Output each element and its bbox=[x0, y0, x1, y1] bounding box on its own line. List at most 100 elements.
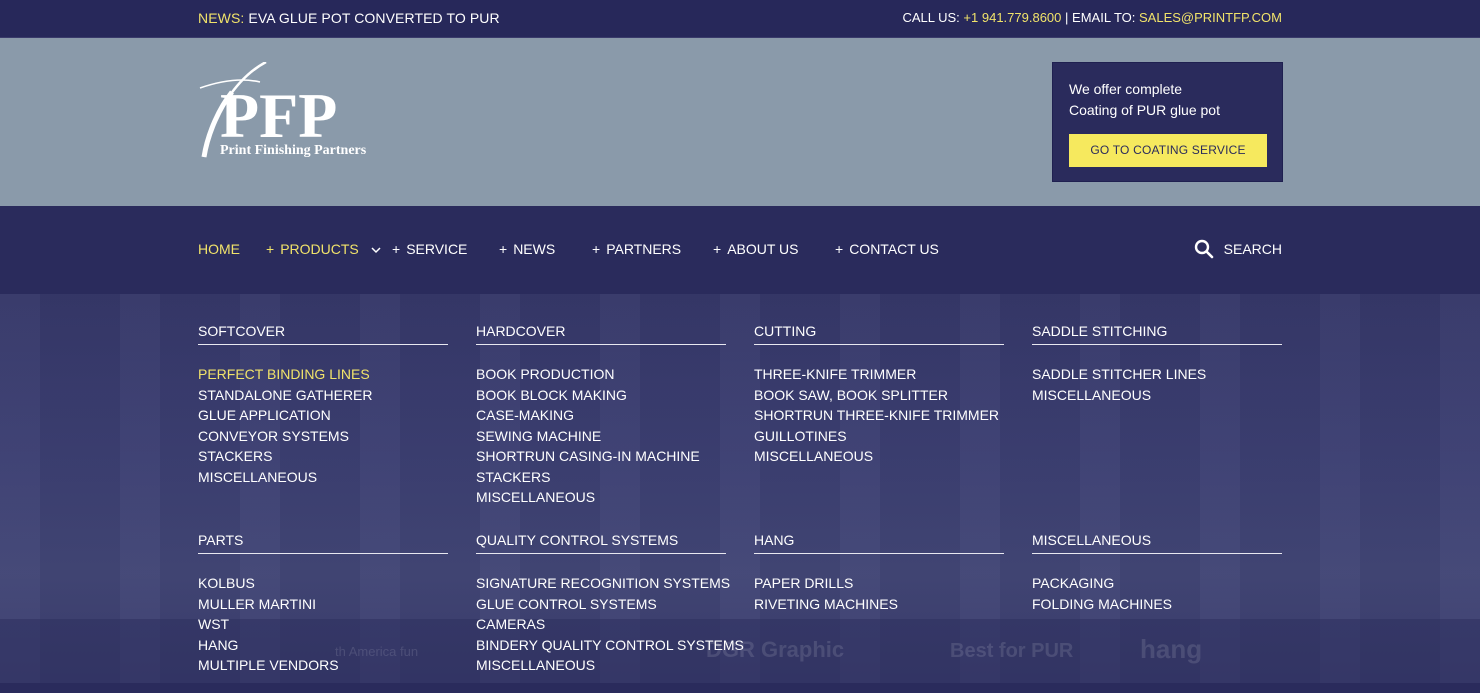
nav-news[interactable]: + NEWS bbox=[499, 241, 555, 257]
menu-link[interactable]: SADDLE STITCHER LINES bbox=[1032, 364, 1282, 385]
menu-link[interactable]: MISCELLANEOUS bbox=[198, 467, 448, 488]
nav-contact[interactable]: + CONTACT US bbox=[835, 241, 939, 257]
email-label: EMAIL TO: bbox=[1072, 10, 1136, 25]
search-label: SEARCH bbox=[1223, 241, 1282, 257]
menu-link[interactable]: MISCELLANEOUS bbox=[1032, 385, 1282, 406]
site-header: PFP Print Finishing Partners We offer co… bbox=[0, 38, 1480, 206]
menu-link[interactable]: STACKERS bbox=[476, 467, 726, 488]
column-heading[interactable]: MISCELLANEOUS bbox=[1032, 533, 1282, 554]
menu-link[interactable]: WST bbox=[198, 614, 448, 635]
phone-link[interactable]: +1 941.779.8600 bbox=[963, 10, 1061, 25]
menu-link[interactable]: SEWING MACHINE bbox=[476, 426, 726, 447]
menu-link[interactable]: SHORTRUN THREE-KNIFE TRIMMER bbox=[754, 405, 1004, 426]
nav-partners-label: PARTNERS bbox=[606, 241, 682, 257]
menu-list: THREE-KNIFE TRIMMER BOOK SAW, BOOK SPLIT… bbox=[754, 364, 1004, 467]
top-bar: NEWS: EVA GLUE POT CONVERTED TO PUR CALL… bbox=[0, 0, 1480, 38]
menu-link[interactable]: KOLBUS bbox=[198, 573, 448, 594]
nav-contact-label: CONTACT US bbox=[849, 241, 939, 257]
menu-link[interactable]: BOOK PRODUCTION bbox=[476, 364, 726, 385]
menu-link[interactable]: GLUE CONTROL SYSTEMS bbox=[476, 594, 726, 615]
menu-link[interactable]: MISCELLANEOUS bbox=[476, 655, 726, 676]
menu-link[interactable]: FOLDING MACHINES bbox=[1032, 594, 1282, 615]
column-heading[interactable]: SOFTCOVER bbox=[198, 324, 448, 345]
menu-link[interactable]: MISCELLANEOUS bbox=[754, 446, 1004, 467]
menu-link[interactable]: MISCELLANEOUS bbox=[476, 487, 726, 508]
menu-link[interactable]: CONVEYOR SYSTEMS bbox=[198, 426, 448, 447]
column-heading[interactable]: CUTTING bbox=[754, 324, 1004, 345]
menu-link[interactable]: SHORTRUN CASING-IN MACHINE bbox=[476, 446, 726, 467]
nav-home-label: HOME bbox=[198, 241, 240, 257]
plus-icon: + bbox=[592, 241, 601, 257]
menu-link[interactable]: PERFECT BINDING LINES bbox=[198, 364, 448, 385]
menu-link[interactable]: GLUE APPLICATION bbox=[198, 405, 448, 426]
products-mega-menu: DGR Graphic Best for PUR hang th America… bbox=[0, 294, 1480, 693]
pfp-logo-graphic: PFP Print Finishing Partners bbox=[199, 60, 367, 158]
menu-link[interactable]: HANG bbox=[198, 635, 448, 656]
column-heading[interactable]: HARDCOVER bbox=[476, 324, 726, 345]
nav-products-label: PRODUCTS bbox=[280, 241, 359, 257]
menu-link[interactable]: THREE-KNIFE TRIMMER bbox=[754, 364, 1004, 385]
menu-link[interactable]: MULTIPLE VENDORS bbox=[198, 655, 448, 676]
pfp-logo[interactable]: PFP Print Finishing Partners bbox=[198, 60, 388, 162]
logo-letters: PFP bbox=[220, 80, 337, 151]
menu-column-miscellaneous: MISCELLANEOUS PACKAGING FOLDING MACHINES bbox=[1032, 533, 1282, 614]
nav-about[interactable]: + ABOUT US bbox=[713, 241, 799, 257]
menu-link[interactable]: PACKAGING bbox=[1032, 573, 1282, 594]
menu-list: SIGNATURE RECOGNITION SYSTEMS GLUE CONTR… bbox=[476, 573, 744, 676]
column-heading[interactable]: SADDLE STITCHING bbox=[1032, 324, 1282, 345]
nav-products[interactable]: + PRODUCTS bbox=[266, 241, 381, 257]
contact-info: CALL US: +1 941.779.8600 | EMAIL TO: SAL… bbox=[902, 10, 1282, 25]
call-label: CALL US: bbox=[902, 10, 960, 25]
bottom-strip bbox=[0, 683, 1480, 693]
contact-separator: | bbox=[1065, 10, 1069, 25]
menu-column-hang: HANG PAPER DRILLS RIVETING MACHINES bbox=[754, 533, 1004, 614]
nav-service[interactable]: + SERVICE bbox=[392, 241, 467, 257]
search-icon bbox=[1194, 239, 1213, 259]
coating-promo-box: We offer complete Coating of PUR glue po… bbox=[1052, 62, 1283, 182]
menu-list: KOLBUS MULLER MARTINI WST HANG MULTIPLE … bbox=[198, 573, 448, 676]
nav-partners[interactable]: + PARTNERS bbox=[592, 241, 681, 257]
plus-icon: + bbox=[713, 241, 722, 257]
nav-news-label: NEWS bbox=[513, 241, 556, 257]
menu-list: PACKAGING FOLDING MACHINES bbox=[1032, 573, 1282, 614]
menu-column-cutting: CUTTING THREE-KNIFE TRIMMER BOOK SAW, BO… bbox=[754, 324, 1004, 467]
menu-column-saddle-stitching: SADDLE STITCHING SADDLE STITCHER LINES M… bbox=[1032, 324, 1282, 405]
column-heading[interactable]: PARTS bbox=[198, 533, 448, 554]
promo-line-2: Coating of PUR glue pot bbox=[1069, 102, 1220, 118]
promo-text: We offer complete Coating of PUR glue po… bbox=[1069, 79, 1220, 121]
menu-link[interactable]: MULLER MARTINI bbox=[198, 594, 448, 615]
menu-link[interactable]: RIVETING MACHINES bbox=[754, 594, 1004, 615]
news-ticker[interactable]: NEWS: EVA GLUE POT CONVERTED TO PUR bbox=[198, 10, 500, 26]
plus-icon: + bbox=[835, 241, 844, 257]
menu-link[interactable]: CASE-MAKING bbox=[476, 405, 726, 426]
column-heading[interactable]: HANG bbox=[754, 533, 1004, 554]
main-nav: HOME + PRODUCTS + SERVICE + NEWS + PARTNERS … bbox=[0, 206, 1480, 294]
news-headline[interactable]: EVA GLUE POT CONVERTED TO PUR bbox=[248, 10, 499, 26]
menu-column-parts: PARTS KOLBUS MULLER MARTINI WST HANG MUL… bbox=[198, 533, 448, 676]
menu-link[interactable]: BINDERY QUALITY CONTROL SYSTEMS bbox=[476, 635, 744, 656]
menu-link[interactable]: GUILLOTINES bbox=[754, 426, 1004, 447]
menu-link[interactable]: BOOK SAW, BOOK SPLITTER bbox=[754, 385, 1004, 406]
nav-about-label: ABOUT US bbox=[727, 241, 799, 257]
go-to-coating-button[interactable]: GO TO COATING SERVICE bbox=[1069, 134, 1267, 167]
news-label: NEWS: bbox=[198, 10, 245, 26]
menu-link[interactable]: STACKERS bbox=[198, 446, 448, 467]
menu-link[interactable]: CAMERAS bbox=[476, 614, 726, 635]
menu-link[interactable]: BOOK BLOCK MAKING bbox=[476, 385, 726, 406]
menu-list: PAPER DRILLS RIVETING MACHINES bbox=[754, 573, 1004, 614]
menu-link[interactable]: SIGNATURE RECOGNITION SYSTEMS bbox=[476, 573, 730, 594]
email-link[interactable]: SALES@PRINTFP.COM bbox=[1139, 10, 1282, 25]
logo-tagline: Print Finishing Partners bbox=[220, 143, 367, 158]
nav-service-label: SERVICE bbox=[406, 241, 468, 257]
menu-list: PERFECT BINDING LINES STANDALONE GATHERE… bbox=[198, 364, 448, 487]
nav-home[interactable]: HOME bbox=[198, 241, 240, 257]
menu-link[interactable]: PAPER DRILLS bbox=[754, 573, 1004, 594]
column-heading[interactable]: QUALITY CONTROL SYSTEMS bbox=[476, 533, 726, 554]
hang-logo-watermark: hang bbox=[1140, 634, 1203, 664]
search-button[interactable]: SEARCH bbox=[1194, 239, 1282, 259]
menu-link[interactable]: STANDALONE GATHERER bbox=[198, 385, 448, 406]
menu-list: BOOK PRODUCTION BOOK BLOCK MAKING CASE-M… bbox=[476, 364, 726, 508]
chevron-down-icon bbox=[371, 247, 381, 253]
plus-icon: + bbox=[392, 241, 401, 257]
plus-icon: + bbox=[266, 241, 275, 257]
